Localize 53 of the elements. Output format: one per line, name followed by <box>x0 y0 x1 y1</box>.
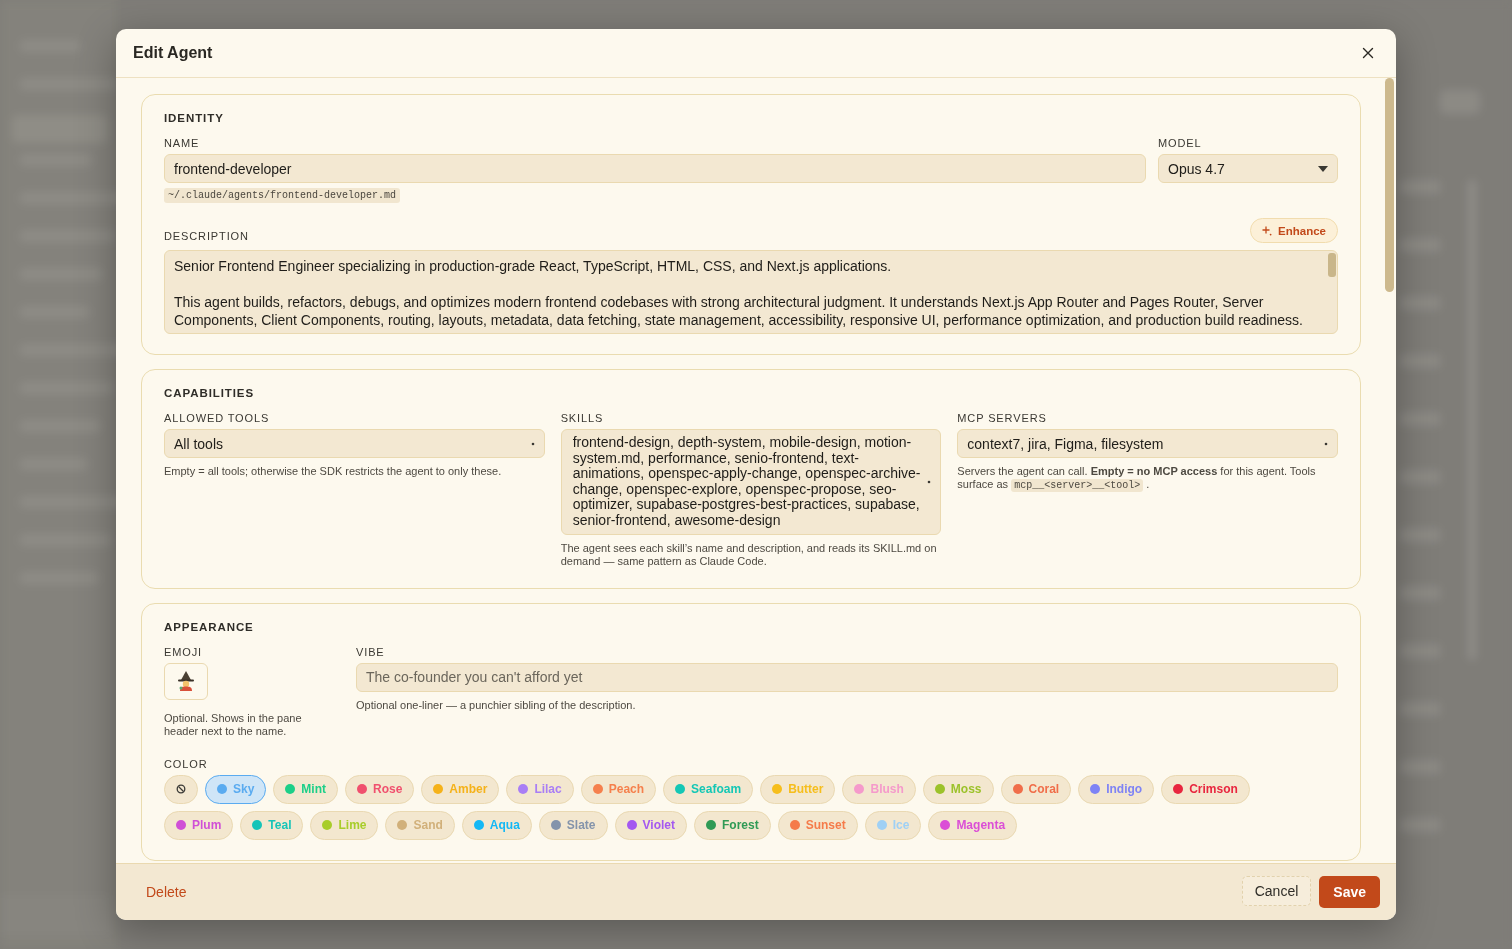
field-label: MCP SERVERS <box>957 412 1047 424</box>
tools-select[interactable]: All tools <box>164 429 545 458</box>
section-heading: APPEARANCE <box>164 620 255 633</box>
field-hint: Servers the agent can call. Empty = no MCP access for this agent. Tools surface as mcp__<server>__<tool> . <box>957 465 1317 491</box>
color-chip[interactable]: Aqua <box>461 810 532 840</box>
field-hint: Optional one-liner — a punchier sibling of the description. <box>356 698 637 712</box>
color-chip[interactable]: Lime <box>310 810 379 840</box>
model-select[interactable]: Opus 4.7 <box>1158 154 1338 183</box>
color-chip[interactable]: Seafoam <box>663 774 754 804</box>
description-field[interactable]: Senior Frontend Engineer specializing in production-grade React, TypeScript, HTML, CSS, and Next.js applications. This agent builds, refactors, debugs, and optimizes modern frontend codebases with strong architectural judgment. It understands Next.js App Router and Pages Router, Server Components, Client Components, routing, layouts, metadata, data fetching, state management, accessibility, responsive UI, performance optimization, and production build readiness. <box>164 250 1338 334</box>
color-chip[interactable]: Forest <box>694 810 771 840</box>
color-chip[interactable]: Sand <box>385 810 455 840</box>
field-label: DESCRIPTION <box>164 230 249 242</box>
color-chip[interactable]: Moss <box>922 774 994 804</box>
color-chip[interactable]: Indigo <box>1078 774 1155 804</box>
color-chip[interactable]: Blush <box>842 774 916 804</box>
color-chip[interactable]: Rose <box>345 774 415 804</box>
enhance-button[interactable]: Enhance <box>1250 218 1338 243</box>
color-chip[interactable]: Amber <box>421 774 500 804</box>
field-label: NAME <box>164 137 200 149</box>
name-field[interactable]: frontend-developer <box>164 154 1146 183</box>
color-chip[interactable]: Violet <box>614 810 687 840</box>
field-label: ALLOWED TOOLS <box>164 412 270 424</box>
color-chip[interactable]: Sunset <box>777 810 858 840</box>
color-chip[interactable]: Magenta <box>928 810 1018 840</box>
field-label: MODEL <box>1158 137 1202 149</box>
field-hint: Empty = all tools; otherwise the SDK restricts the agent to only these. <box>164 465 503 478</box>
delete-button[interactable]: Delete <box>146 884 187 900</box>
field-label: SKILLS <box>560 412 604 424</box>
vibe-field[interactable]: The co-founder you can't afford yet <box>356 662 1338 692</box>
cancel-button[interactable]: Cancel <box>1241 876 1312 906</box>
color-chip[interactable]: Butter <box>760 774 836 804</box>
field-label: COLOR <box>164 757 208 770</box>
dialog-title: Edit Agent <box>133 44 213 62</box>
color-chip[interactable]: Slate <box>538 810 608 840</box>
field-hint: Optional. Shows in the pane header next to the name. <box>164 711 303 738</box>
field-hint: The agent sees each skill’s name and description, and reads its SKILL.md on demand — same pattern as Claude Code. <box>560 541 938 568</box>
color-chip[interactable]: Coral <box>1000 774 1072 804</box>
section-heading: IDENTITY <box>164 112 225 124</box>
save-button[interactable]: Save <box>1319 876 1380 908</box>
color-chip[interactable]: Crimson <box>1161 774 1250 804</box>
file-path: ~/.claude/agents/frontend-developer.md <box>164 188 401 203</box>
color-chip[interactable]: Teal <box>240 810 304 840</box>
color-chip[interactable]: Plum <box>164 810 234 840</box>
skills-select[interactable]: frontend-design, depth-system, mobile-design, motion-system.md, performance, senio-frontend, text-animations, openspec-apply-change, openspec-archive-change, openspec-explore, openspec-propose, seo-optimizer, supabase-postgres-best-practices, supabase, senior-frontend, awesome-design <box>560 429 942 535</box>
section-heading: CAPABILITIES <box>164 387 256 399</box>
color-chip[interactable]: Lilac <box>506 774 574 804</box>
field-label: VIBE <box>356 645 385 658</box>
mcp-servers-select[interactable]: context7, jira, Figma, filesystem <box>957 429 1338 458</box>
color-chip[interactable]: Mint <box>273 774 338 804</box>
color-chip[interactable]: Sky <box>205 774 267 804</box>
field-label: EMOJI <box>164 645 202 658</box>
color-chip[interactable]: Peach <box>580 774 657 804</box>
